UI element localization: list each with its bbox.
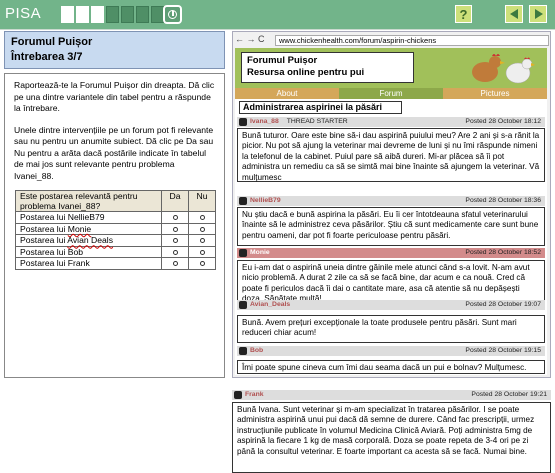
next-arrow-icon[interactable] — [529, 5, 547, 23]
table-row: Postarea lui Avian Deals — [15, 234, 216, 247]
post-body: Bună Ivana. Sunt veterinar și m-am speci… — [232, 402, 551, 473]
task-text: Unele dintre intervențiile pe un forum p… — [14, 124, 214, 181]
post-author: NellieB79 — [250, 197, 281, 204]
browser-window: ← → C www.chickenhealth.com/forum/aspiri… — [232, 31, 551, 378]
divider — [0, 29, 555, 30]
site-nav: About Forum Pictures — [235, 88, 547, 99]
post-author: Bob — [67, 246, 84, 257]
site-banner: Forumul Puișor Resursa online pentru pui — [235, 48, 547, 88]
avatar-icon — [239, 301, 247, 309]
post-date: Posted 28 October 19:21 — [471, 391, 547, 398]
progress-step — [91, 6, 104, 23]
progress-indicator — [61, 6, 164, 23]
tab-forum[interactable]: Forum — [339, 88, 443, 99]
progress-step — [106, 6, 119, 23]
tab-about[interactable]: About — [235, 88, 339, 99]
post-author: Frank — [245, 391, 264, 398]
chicken-illustration — [472, 54, 535, 84]
help-icon[interactable]: ? — [455, 5, 472, 23]
forum-page-continued: Frank Posted 28 October 19:21 Bună Ivana.… — [232, 388, 551, 473]
instructions-text: Raportează-te la Forumul Puișor din drea… — [14, 80, 215, 113]
progress-step — [61, 6, 74, 23]
thread-starter-label: THREAD STARTER — [286, 118, 348, 125]
no-radio[interactable] — [199, 249, 205, 255]
table-row: Postarea lui Frank — [15, 257, 216, 270]
address-bar[interactable]: www.chickenhealth.com/forum/aspirin-chic… — [275, 35, 549, 46]
timer-icon[interactable] — [163, 5, 182, 24]
col-no-header: Nu — [188, 190, 216, 212]
site-title-box: Forumul Puișor Resursa online pentru pui — [241, 52, 414, 83]
avatar-icon — [239, 347, 247, 355]
thread-title: Administrarea aspirinei la păsări — [239, 101, 402, 114]
avatar-icon — [239, 197, 247, 205]
post-author: Bob — [250, 347, 264, 354]
post-body: Bună. Avem prețuri excepționale la toate… — [237, 315, 545, 343]
post-header: Ivana_88 THREAD STARTER Posted 28 October … — [237, 117, 545, 127]
app-title: PISA — [5, 5, 42, 22]
no-radio[interactable] — [199, 238, 205, 244]
col-yes-header: Da — [161, 190, 189, 212]
post-author: Ivana_88 — [250, 118, 279, 125]
top-bar: PISA ? — [0, 0, 555, 29]
post-author: Avian Deals — [67, 235, 113, 246]
forum-page: Forumul Puișor Resursa online pentru pui… — [235, 48, 547, 375]
post-author: Monie — [67, 223, 92, 234]
progress-step — [76, 6, 89, 23]
post-author: Avian_Deals — [250, 301, 291, 308]
no-radio[interactable] — [199, 261, 205, 267]
table-row: Postarea lui Monie — [15, 222, 216, 235]
table-row: Postarea lui NellieB79 — [15, 211, 216, 224]
avatar-icon — [239, 118, 247, 126]
post-date: Posted 28 October 18:52 — [465, 249, 541, 256]
post-header: Monie Posted 28 October 18:52 — [237, 248, 545, 258]
table-header: Este postarea relevantă pentru problema … — [15, 190, 162, 212]
table-row: Postarea lui Bob — [15, 245, 216, 258]
post-author: Monie — [250, 249, 270, 256]
post-date: Posted 28 October 18:36 — [465, 197, 541, 204]
post-header: Bob Posted 28 October 19:15 — [237, 346, 545, 356]
browser-nav-buttons[interactable]: ← → C — [235, 34, 265, 44]
post-author: NellieB79 — [67, 212, 105, 223]
no-radio[interactable] — [199, 226, 205, 232]
post-header: Frank Posted 28 October 19:21 — [232, 390, 551, 400]
post-header: NellieB79 Posted 28 October 18:36 — [237, 196, 545, 206]
progress-step — [121, 6, 134, 23]
prev-arrow-icon[interactable] — [505, 5, 523, 23]
question-header: Forumul Puișor Întrebarea 3/7 — [4, 31, 225, 69]
post-date: Posted 28 October 19:07 — [465, 301, 541, 308]
avatar-icon — [239, 249, 247, 257]
post-date: Posted 28 October 19:15 — [465, 347, 541, 354]
yes-radio[interactable] — [172, 261, 178, 267]
yes-radio[interactable] — [172, 215, 178, 221]
question-title: Forumul Puișor — [11, 36, 93, 48]
yes-radio[interactable] — [172, 238, 178, 244]
post-date: Posted 28 October 18:12 — [465, 118, 541, 125]
avatar-icon — [234, 391, 242, 399]
question-number: Întrebarea 3/7 — [11, 51, 83, 63]
yes-radio[interactable] — [172, 249, 178, 255]
site-title: Forumul Puișor — [247, 55, 318, 66]
post-author: Frank — [67, 258, 90, 269]
post-body: Îmi poate spune cineva cum îmi dau seama… — [237, 360, 545, 374]
site-subtitle: Resursa online pentru pui — [247, 67, 365, 78]
post-body: Bună tuturor. Oare este bine să-i dau as… — [237, 128, 545, 182]
post-header: Avian_Deals Posted 28 October 19:07 — [237, 300, 545, 310]
answer-table: Este postarea relevantă pentru problema … — [15, 190, 216, 270]
post-body: Nu știu dacă e bună aspirina la păsări. … — [237, 207, 545, 246]
tab-pictures[interactable]: Pictures — [443, 88, 547, 99]
post-body: Eu i-am dat o aspirină uneia dintre găin… — [237, 260, 545, 303]
progress-step — [136, 6, 149, 23]
no-radio[interactable] — [199, 215, 205, 221]
yes-radio[interactable] — [172, 226, 178, 232]
